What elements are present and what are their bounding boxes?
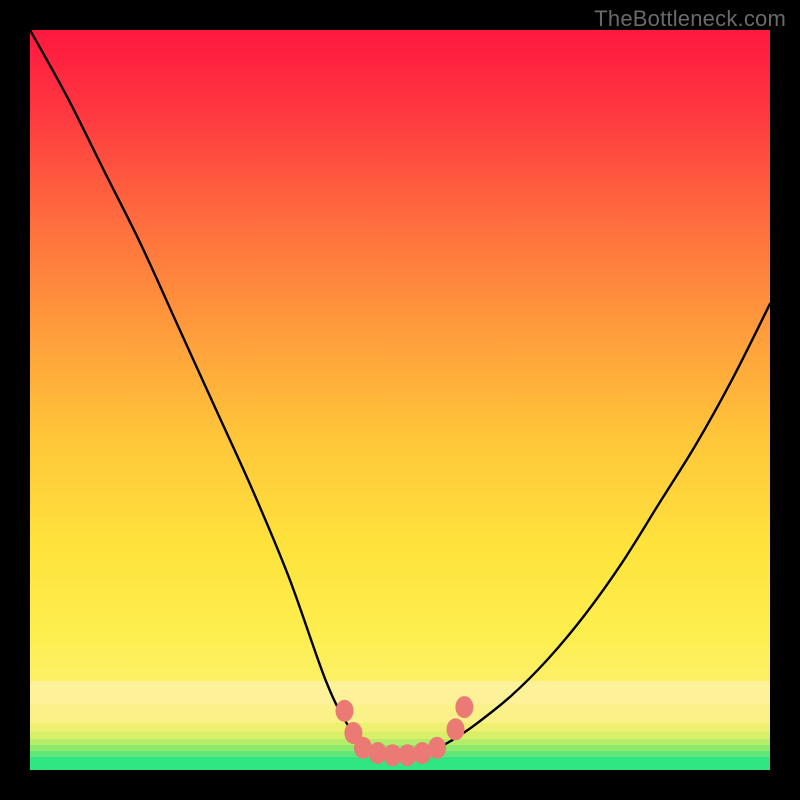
bottleneck-curve-chart [30, 30, 770, 770]
valley-marker [336, 700, 354, 722]
color-band [30, 705, 770, 723]
gradient-background [30, 30, 770, 770]
valley-marker [447, 718, 465, 740]
valley-marker [455, 696, 473, 718]
chart-frame: TheBottleneck.com [0, 0, 800, 800]
color-band [30, 723, 770, 732]
color-band [30, 681, 770, 705]
color-band [30, 732, 770, 739]
watermark-text: TheBottleneck.com [594, 6, 786, 32]
color-band [30, 739, 770, 745]
chart-plot-area [30, 30, 770, 770]
valley-marker [428, 737, 446, 759]
